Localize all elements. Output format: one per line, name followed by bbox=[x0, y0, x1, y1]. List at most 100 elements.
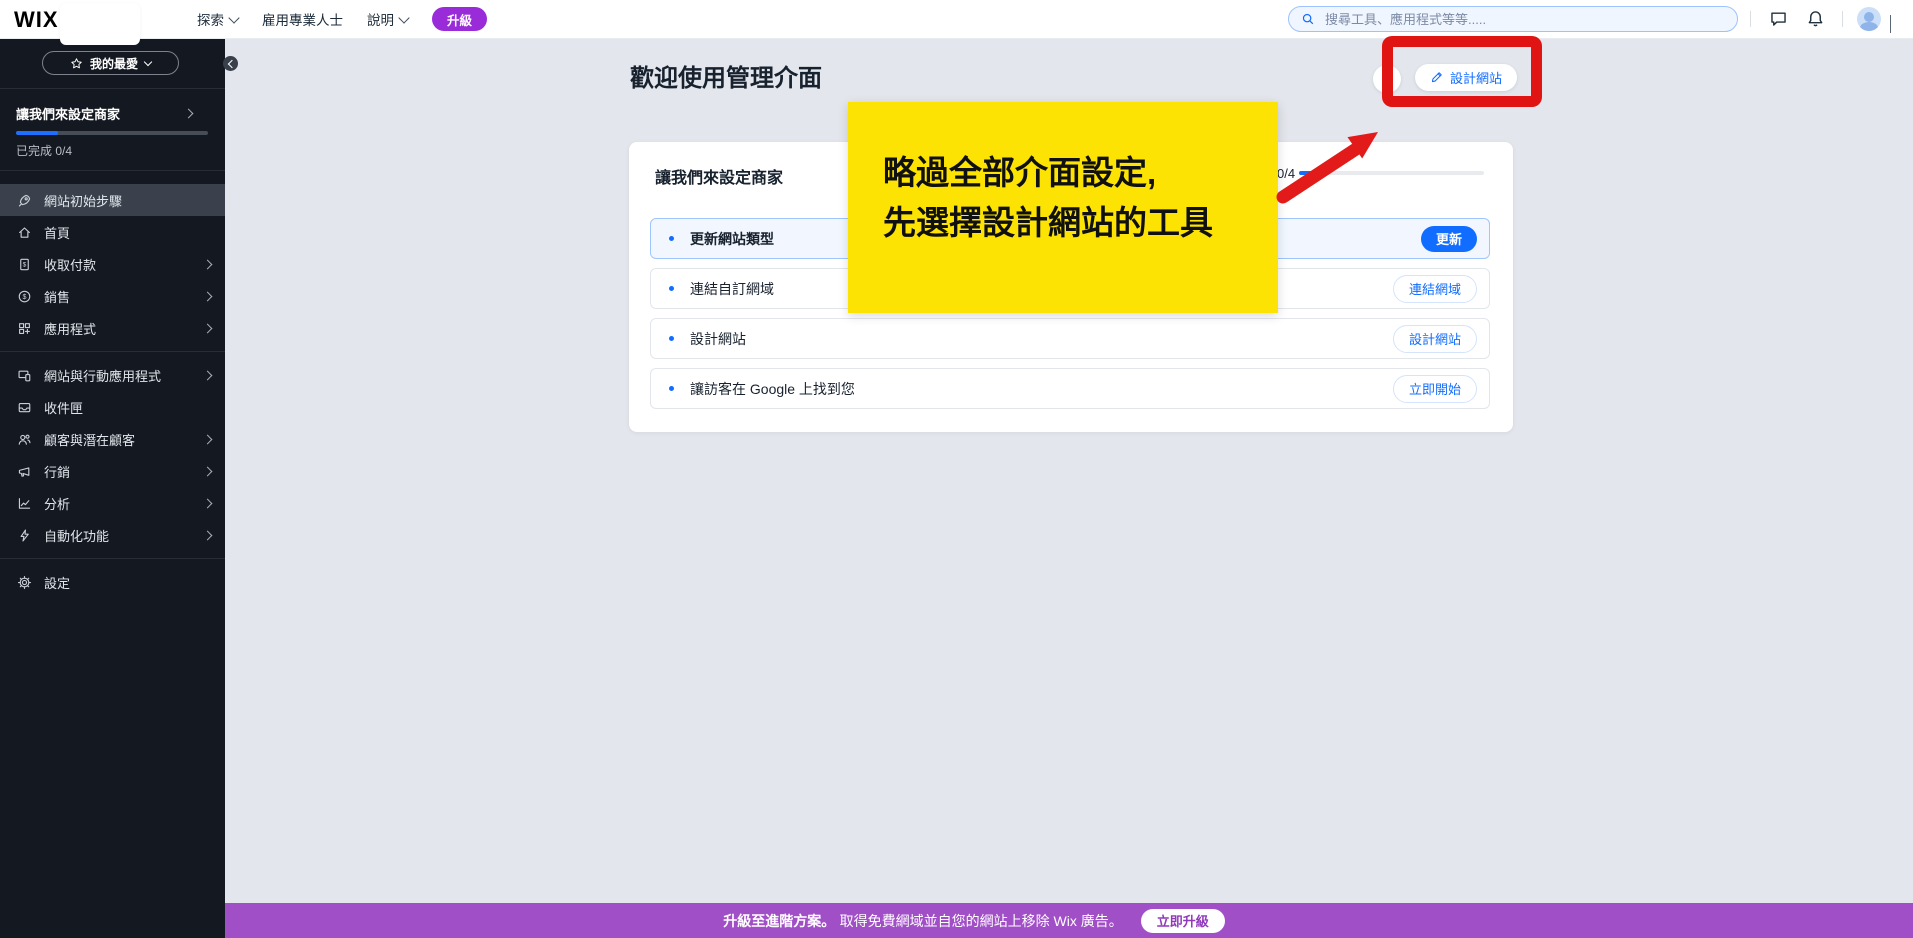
chevron-right-icon bbox=[203, 466, 213, 476]
sidebar-collapse-button[interactable] bbox=[223, 56, 238, 71]
inbox-icon bbox=[16, 399, 32, 415]
divider bbox=[1750, 11, 1751, 27]
bullet-dot bbox=[669, 386, 674, 391]
wix-dashboard: WIX 探索 雇用專業人士 說明 升級 bbox=[0, 0, 1913, 938]
nav-help-label: 說明 bbox=[367, 9, 394, 29]
automations-icon bbox=[16, 527, 32, 543]
chevron-right-icon bbox=[203, 259, 213, 269]
chat-icon[interactable] bbox=[1769, 9, 1788, 33]
chevron-down-icon bbox=[144, 57, 152, 65]
chevron-right-icon bbox=[203, 498, 213, 508]
task-design-site-button[interactable]: 設計網站 bbox=[1393, 325, 1477, 353]
sidebar-item-marketing[interactable]: 行銷 bbox=[0, 455, 225, 487]
setup-title: 讓我們來設定商家 bbox=[16, 104, 120, 123]
sidebar-item-site-mobile-app[interactable]: 網站與行動應用程式 bbox=[0, 359, 225, 391]
divider bbox=[1842, 11, 1843, 27]
chevron-right-icon bbox=[203, 434, 213, 444]
page-title: 歡迎使用管理介面 bbox=[630, 58, 822, 93]
avatar-head bbox=[1864, 12, 1874, 22]
svg-text:$: $ bbox=[22, 293, 26, 300]
divider bbox=[0, 351, 225, 352]
banner-bold-text: 升級至進階方案。 bbox=[723, 913, 835, 929]
settings-icon bbox=[16, 574, 32, 590]
sidebar-item-sales[interactable]: $ 銷售 bbox=[0, 280, 225, 312]
note-line-1: 略過全部介面設定, bbox=[883, 148, 1278, 198]
setup-progress-caption: 已完成 0/4 bbox=[16, 142, 72, 159]
site-mobile-icon bbox=[16, 367, 32, 383]
nav-explore-label: 探索 bbox=[197, 9, 224, 29]
sidebar-item-home[interactable]: 首頁 bbox=[0, 216, 225, 248]
nav-hire-professional-label: 雇用專業人士 bbox=[262, 9, 343, 29]
svg-text:$: $ bbox=[22, 261, 26, 268]
sidebar-item-inbox[interactable]: 收件匣 bbox=[0, 391, 225, 423]
upgrade-banner: 升級至進階方案。 取得免費網域並自您的網站上移除 Wix 廣告。 立即升級 bbox=[225, 903, 1913, 938]
nav-help[interactable]: 說明 bbox=[367, 9, 408, 29]
sidebar-item-apps[interactable]: 應用程式 bbox=[0, 312, 225, 344]
topbar: WIX 探索 雇用專業人士 說明 升級 bbox=[0, 0, 1913, 39]
topbar-nav: 探索 雇用專業人士 說明 升級 bbox=[197, 0, 487, 38]
divider bbox=[0, 558, 225, 559]
annotation-sticky-note: 略過全部介面設定, 先選擇設計網站的工具 bbox=[848, 102, 1278, 313]
chevron-right-icon bbox=[203, 291, 213, 301]
divider bbox=[0, 170, 225, 171]
site-name-placeholder[interactable] bbox=[60, 3, 140, 45]
rocket-icon bbox=[16, 192, 32, 208]
favorites-button[interactable]: 我的最愛 bbox=[42, 51, 179, 75]
nav-hire-professional[interactable]: 雇用專業人士 bbox=[262, 9, 343, 29]
sidebar-item-settings[interactable]: 設定 bbox=[0, 566, 225, 598]
search-input[interactable] bbox=[1323, 11, 1725, 28]
task-label: 讓訪客在 Google 上找到您 bbox=[690, 379, 1393, 399]
chevron-right-icon bbox=[184, 109, 194, 119]
chevron-right-icon bbox=[203, 323, 213, 333]
sidebar-item-site-first-steps[interactable]: 網站初始步驟 bbox=[0, 184, 225, 216]
nav-explore[interactable]: 探索 bbox=[197, 9, 238, 29]
task-label: 設計網站 bbox=[690, 329, 1393, 349]
sidebar-item-label: 自動化功能 bbox=[44, 526, 192, 545]
analytics-icon bbox=[16, 495, 32, 511]
divider bbox=[0, 88, 225, 89]
setup-progress-bar bbox=[16, 131, 208, 135]
setup-progress-fill bbox=[16, 131, 58, 135]
avatar[interactable] bbox=[1857, 7, 1881, 31]
contacts-icon bbox=[16, 431, 32, 447]
sidebar-item-label: 行銷 bbox=[44, 462, 192, 481]
star-icon bbox=[70, 57, 83, 70]
chevron-right-icon bbox=[203, 370, 213, 380]
chevron-right-icon bbox=[203, 530, 213, 540]
account-menu-chevron[interactable] bbox=[1890, 15, 1891, 33]
sidebar-item-label: 收取付款 bbox=[44, 255, 192, 274]
task-connect-domain-button[interactable]: 連結網域 bbox=[1393, 275, 1477, 303]
wix-logo: WIX bbox=[14, 7, 59, 33]
task-design-site[interactable]: 設計網站 設計網站 bbox=[650, 318, 1490, 359]
sidebar: 我的最愛 讓我們來設定商家 已完成 0/4 網站初始步驟 首頁 bbox=[0, 38, 225, 938]
search-icon bbox=[1301, 12, 1315, 26]
marketing-icon bbox=[16, 463, 32, 479]
sidebar-item-label: 應用程式 bbox=[44, 319, 192, 338]
task-get-started-button[interactable]: 立即開始 bbox=[1393, 375, 1477, 403]
bell-icon[interactable] bbox=[1806, 9, 1825, 33]
banner-upgrade-button[interactable]: 立即升級 bbox=[1141, 909, 1225, 933]
upgrade-button[interactable]: 升級 bbox=[432, 7, 487, 31]
home-icon bbox=[16, 224, 32, 240]
sidebar-item-automations[interactable]: 自動化功能 bbox=[0, 519, 225, 551]
sidebar-item-label: 設定 bbox=[44, 573, 211, 592]
chevron-down-icon bbox=[398, 12, 409, 23]
bullet-dot bbox=[669, 336, 674, 341]
task-get-found-google[interactable]: 讓訪客在 Google 上找到您 立即開始 bbox=[650, 368, 1490, 409]
sidebar-menu: 網站初始步驟 首頁 $ 收取付款 $ 銷售 bbox=[0, 184, 225, 598]
apps-icon bbox=[16, 320, 32, 336]
sidebar-item-label: 網站與行動應用程式 bbox=[44, 366, 192, 385]
sidebar-setup-section[interactable]: 讓我們來設定商家 bbox=[16, 104, 192, 123]
search-bar[interactable] bbox=[1288, 6, 1738, 32]
sidebar-item-contacts-leads[interactable]: 顧客與潛在顧客 bbox=[0, 423, 225, 455]
sidebar-item-analytics[interactable]: 分析 bbox=[0, 487, 225, 519]
sidebar-item-get-paid[interactable]: $ 收取付款 bbox=[0, 248, 225, 280]
card-title: 讓我們來設定商家 bbox=[655, 164, 783, 188]
sidebar-item-label: 收件匣 bbox=[44, 398, 211, 417]
task-update-button[interactable]: 更新 bbox=[1421, 226, 1477, 252]
chevron-down-icon bbox=[228, 12, 239, 23]
note-line-2: 先選擇設計網站的工具 bbox=[883, 198, 1278, 248]
avatar-body bbox=[1860, 22, 1878, 31]
payments-icon: $ bbox=[16, 256, 32, 272]
annotation-highlight-box bbox=[1382, 36, 1542, 107]
